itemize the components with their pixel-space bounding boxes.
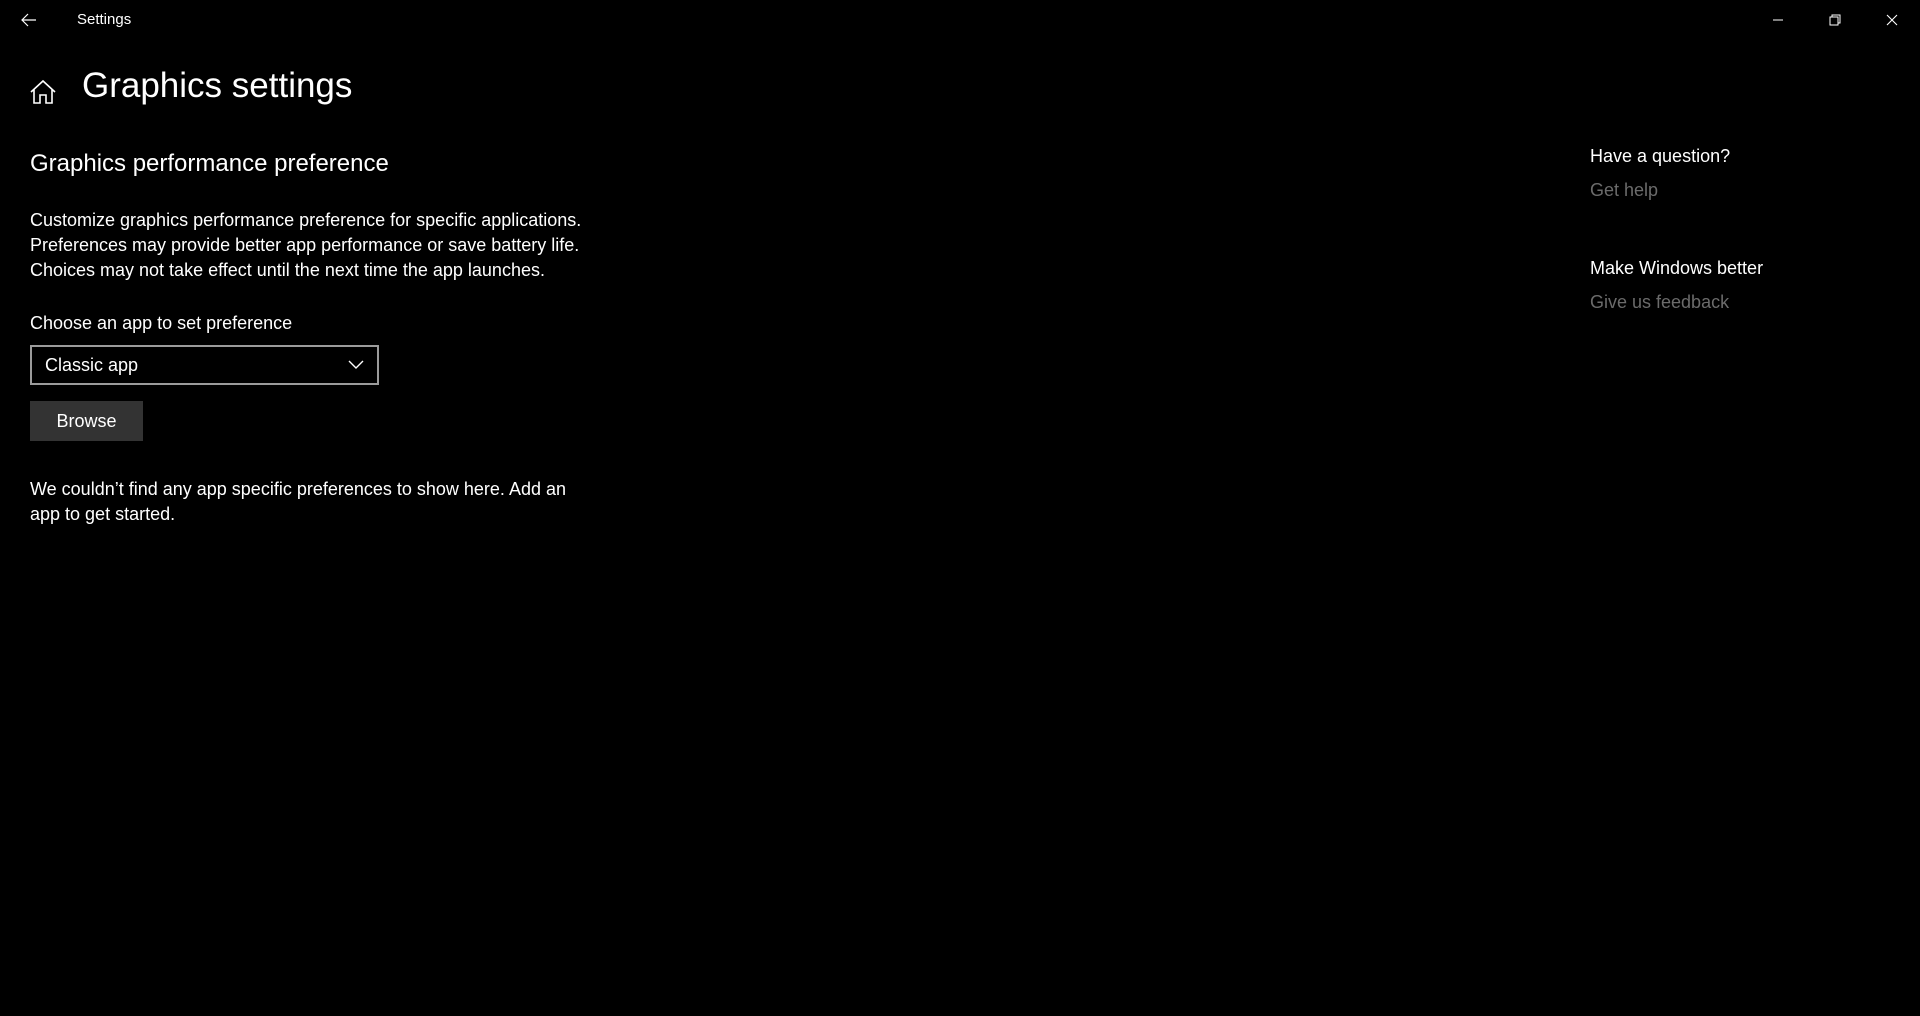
window-title: Settings <box>77 11 132 28</box>
restore-button[interactable] <box>1806 0 1863 40</box>
choose-app-label: Choose an app to set preference <box>30 313 293 333</box>
home-icon[interactable] <box>29 79 57 105</box>
section-title: Graphics performance preference <box>30 150 389 177</box>
page-title: Graphics settings <box>82 66 353 105</box>
minimize-button[interactable] <box>1749 0 1806 40</box>
arrow-left-icon <box>21 13 36 27</box>
browse-button[interactable]: Browse <box>30 401 143 441</box>
app-type-dropdown[interactable]: Classic app <box>30 345 379 385</box>
restore-icon <box>1829 14 1840 26</box>
close-icon <box>1886 14 1897 26</box>
empty-preferences-message: We couldn’t find any app specific prefer… <box>30 479 566 524</box>
back-button[interactable] <box>0 0 58 40</box>
have-a-question-heading: Have a question? <box>1590 146 1731 166</box>
main-content: Graphics performance preference Customiz… <box>30 150 600 527</box>
get-help-link[interactable]: Get help <box>1590 180 1890 201</box>
chevron-down-icon <box>347 356 365 374</box>
window-controls <box>1749 0 1920 40</box>
section-description: Customize graphics performance preferenc… <box>30 210 582 280</box>
title-bar: Settings <box>0 0 1920 40</box>
give-feedback-link[interactable]: Give us feedback <box>1590 292 1890 313</box>
minimize-icon <box>1772 19 1783 21</box>
dropdown-selected-value: Classic app <box>45 354 139 375</box>
side-panel: Have a question? Get help Make Windows b… <box>1590 146 1890 370</box>
make-windows-better-heading: Make Windows better <box>1590 258 1764 278</box>
close-button[interactable] <box>1863 0 1920 40</box>
